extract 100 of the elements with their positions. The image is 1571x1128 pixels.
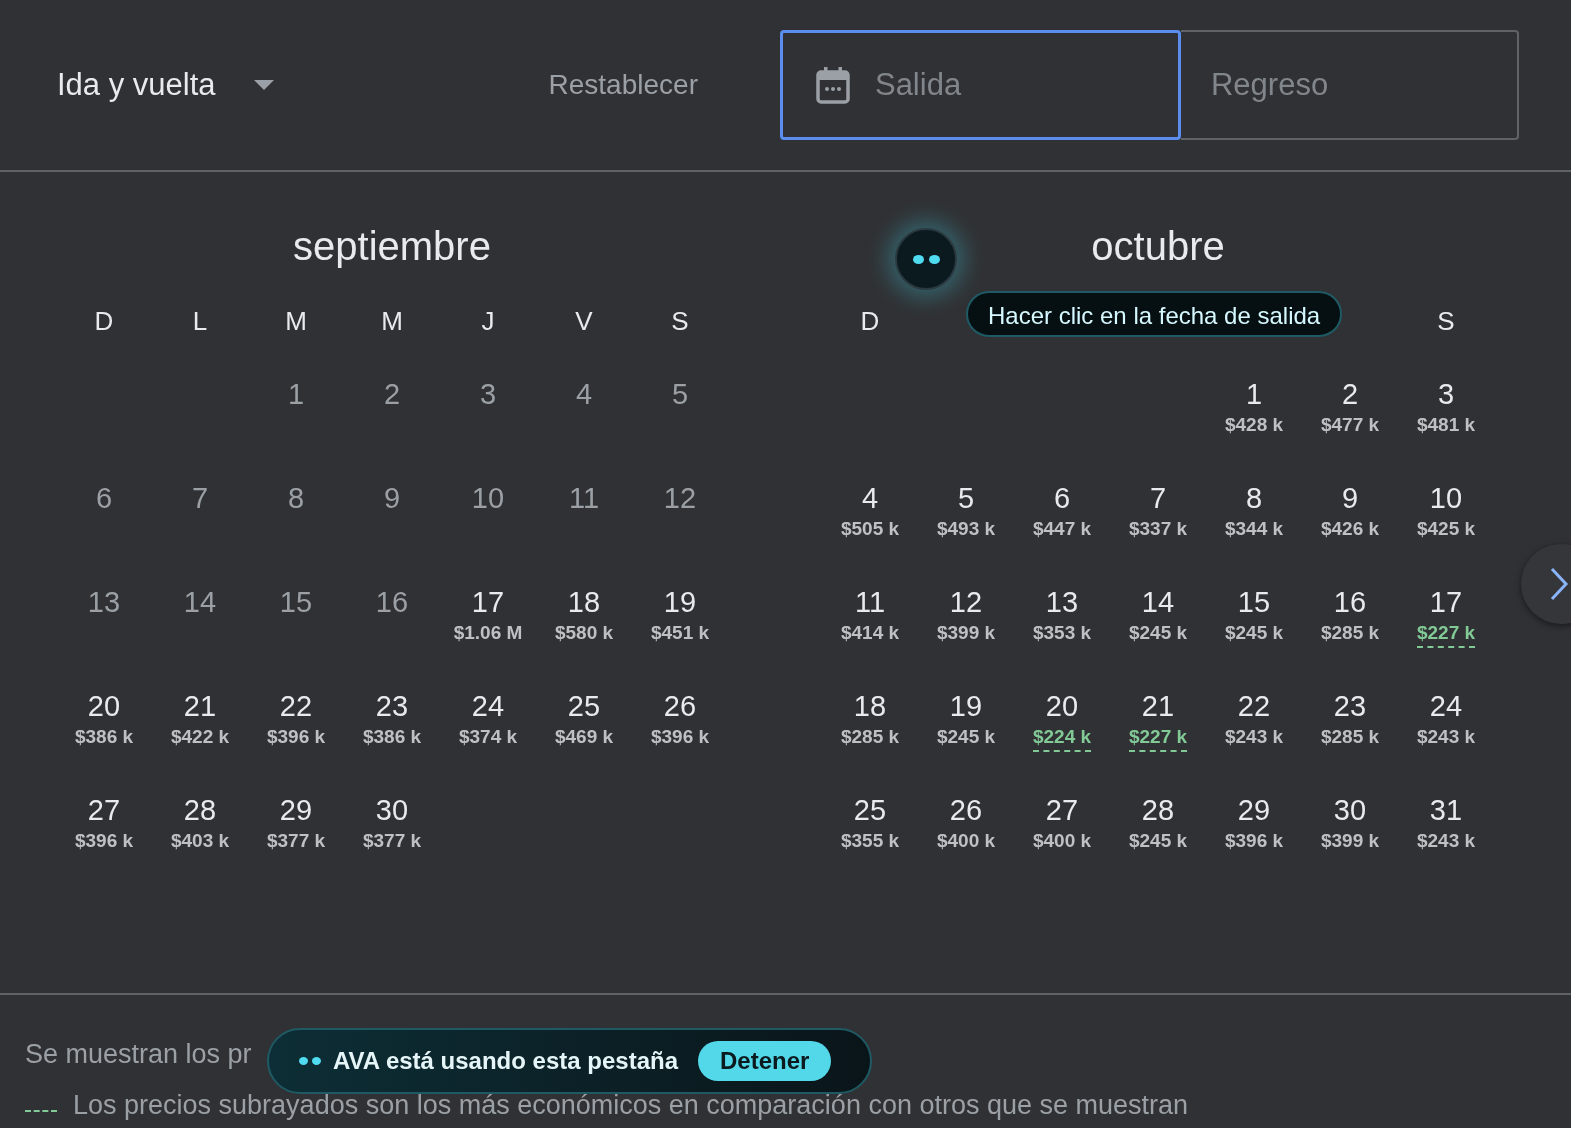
departure-field[interactable]: Salida xyxy=(779,30,1181,140)
day-number[interactable]: 30 xyxy=(1333,792,1367,828)
weekday-label: D xyxy=(860,305,880,337)
day-number[interactable]: 25 xyxy=(853,792,887,828)
day-number[interactable]: 17 xyxy=(1429,584,1463,620)
dashed-underline-icon xyxy=(25,1109,57,1112)
day-number[interactable]: 20 xyxy=(1045,688,1079,724)
weekday-label: D xyxy=(94,305,114,337)
month-title: octubre xyxy=(1091,224,1225,268)
day-number[interactable]: 5 xyxy=(957,480,975,516)
day-price: $243 k xyxy=(1224,725,1284,749)
day-number[interactable]: 4 xyxy=(861,480,879,516)
day-number[interactable]: 31 xyxy=(1429,792,1463,828)
day-price: $505 k xyxy=(840,517,900,541)
day-number[interactable]: 23 xyxy=(1333,688,1367,724)
day-number[interactable]: 18 xyxy=(567,584,601,620)
day-price: $344 k xyxy=(1224,517,1284,541)
day-number: 6 xyxy=(95,481,113,516)
day-number[interactable]: 18 xyxy=(853,688,887,724)
day-number[interactable]: 23 xyxy=(375,688,409,724)
price-note: Se muestran los pr xyxy=(25,1039,252,1070)
day-price: $285 k xyxy=(840,725,900,749)
weekday-label: M xyxy=(381,305,403,337)
day-number: 10 xyxy=(471,481,505,516)
day-number[interactable]: 14 xyxy=(1141,584,1175,620)
day-number[interactable]: 10 xyxy=(1429,480,1463,516)
day-price: $245 k xyxy=(936,725,996,749)
day-number[interactable]: 29 xyxy=(279,792,313,828)
day-number[interactable]: 19 xyxy=(949,688,983,724)
day-number[interactable]: 21 xyxy=(183,688,217,724)
chevron-right-icon xyxy=(1549,567,1569,601)
day-price: $422 k xyxy=(170,725,230,749)
day-number[interactable]: 3 xyxy=(1437,376,1455,412)
day-number[interactable]: 22 xyxy=(1237,688,1271,724)
day-number[interactable]: 2 xyxy=(1341,376,1359,412)
day-number[interactable]: 27 xyxy=(1045,792,1079,828)
day-number: 16 xyxy=(375,585,409,620)
day-price: $580 k xyxy=(554,621,614,645)
day-price: $426 k xyxy=(1320,517,1380,541)
day-number[interactable]: 12 xyxy=(949,584,983,620)
day-price: $337 k xyxy=(1128,517,1188,541)
day-price: $285 k xyxy=(1320,621,1380,645)
day-price: $377 k xyxy=(266,829,326,853)
day-number: 3 xyxy=(479,377,497,412)
day-number[interactable]: 1 xyxy=(1245,376,1263,412)
day-price: $377 k xyxy=(362,829,422,853)
weekday-label: V xyxy=(575,305,593,337)
day-number[interactable]: 9 xyxy=(1341,480,1359,516)
day-number[interactable]: 24 xyxy=(1429,688,1463,724)
weekday-label: S xyxy=(671,305,689,337)
day-number[interactable]: 15 xyxy=(1237,584,1271,620)
day-number: 15 xyxy=(279,585,313,620)
day-number[interactable]: 6 xyxy=(1053,480,1071,516)
day-price: $227 k xyxy=(1416,620,1476,648)
day-price: $400 k xyxy=(936,829,996,853)
day-number[interactable]: 19 xyxy=(663,584,697,620)
day-number[interactable]: 22 xyxy=(279,688,313,724)
day-number[interactable]: 17 xyxy=(471,584,505,620)
tooltip: Hacer clic en la fecha de salida xyxy=(966,291,1343,337)
day-number[interactable]: 28 xyxy=(183,792,217,828)
day-number[interactable]: 30 xyxy=(375,792,409,828)
day-number[interactable]: 7 xyxy=(1149,480,1167,516)
day-number[interactable]: 26 xyxy=(663,688,697,724)
day-price: $477 k xyxy=(1320,413,1380,437)
day-price: $451 k xyxy=(650,621,710,645)
day-number[interactable]: 27 xyxy=(87,792,121,828)
day-number: 9 xyxy=(383,481,401,516)
day-price: $396 k xyxy=(650,725,710,749)
day-number[interactable]: 26 xyxy=(949,792,983,828)
day-number[interactable]: 21 xyxy=(1141,688,1175,724)
calendar-icon xyxy=(813,65,852,105)
day-price: $414 k xyxy=(840,621,900,645)
day-number: 13 xyxy=(87,585,121,620)
day-number[interactable]: 20 xyxy=(87,688,121,724)
day-price: $396 k xyxy=(74,829,134,853)
caret-icon xyxy=(253,80,274,90)
day-number[interactable]: 24 xyxy=(471,688,505,724)
day-price: $481 k xyxy=(1416,413,1476,437)
agent-icon xyxy=(299,1057,321,1065)
day-price: $447 k xyxy=(1032,517,1092,541)
return-field[interactable]: Regreso xyxy=(1180,30,1519,140)
day-number[interactable]: 16 xyxy=(1333,584,1367,620)
day-price: $374 k xyxy=(458,725,518,749)
day-number: 7 xyxy=(191,481,209,516)
stop-button[interactable]: Detener xyxy=(698,1041,832,1081)
reset-button[interactable]: Restablecer xyxy=(548,69,698,101)
day-number[interactable]: 11 xyxy=(854,584,886,620)
day-price: $1.06 M xyxy=(453,621,523,645)
day-number[interactable]: 28 xyxy=(1141,792,1175,828)
day-number[interactable]: 25 xyxy=(567,688,601,724)
day-number: 2 xyxy=(383,377,401,412)
trip-type-dropdown[interactable]: Ida y vuelta xyxy=(57,67,274,103)
day-number: 11 xyxy=(568,481,600,516)
weekday-label: L xyxy=(192,305,208,337)
day-number: 4 xyxy=(575,377,593,412)
day-number[interactable]: 29 xyxy=(1237,792,1271,828)
day-number[interactable]: 8 xyxy=(1245,480,1263,516)
day-price: $245 k xyxy=(1128,621,1188,645)
day-number[interactable]: 13 xyxy=(1045,584,1079,620)
agent-status-text: AVA está usando esta pestaña xyxy=(333,1047,678,1075)
